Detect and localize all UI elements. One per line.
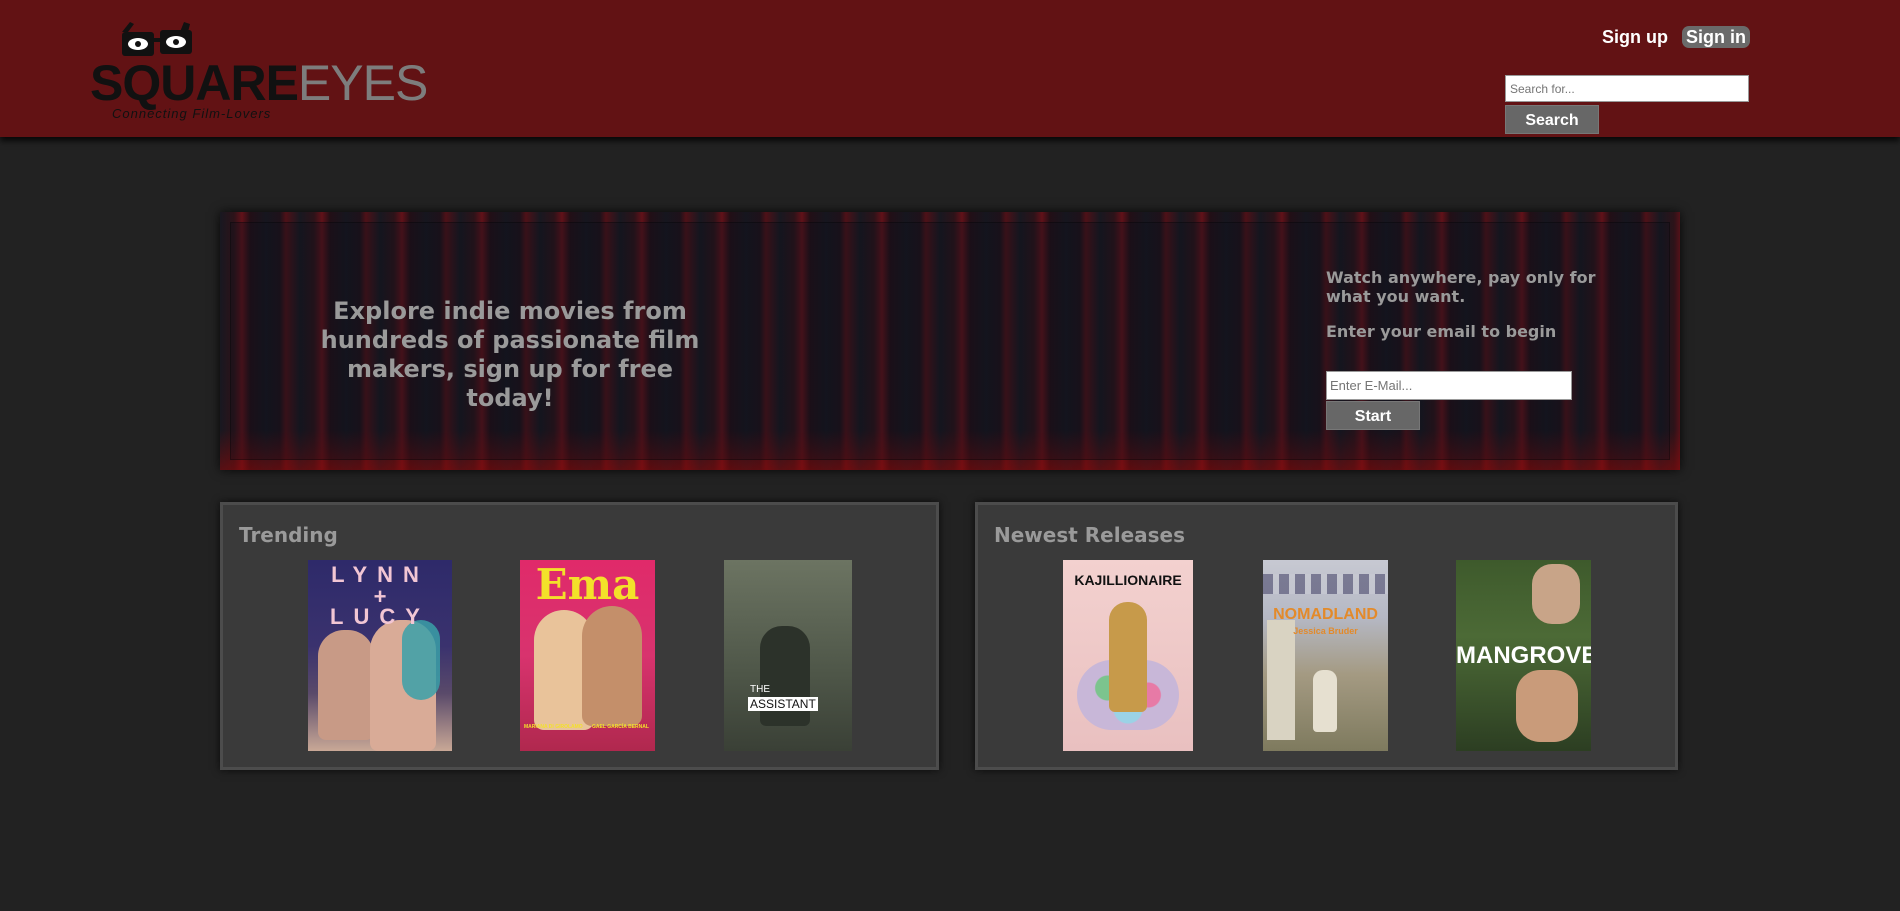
poster-figure xyxy=(582,606,642,726)
poster-author: Jessica Bruder xyxy=(1293,626,1358,636)
poster-title-word: LUCY xyxy=(330,604,430,629)
email-field[interactable]: Enter E-Mail... xyxy=(1326,371,1572,400)
poster-credit: GAEL GARCÍA BERNAL xyxy=(592,724,649,730)
signin-button[interactable]: Sign in xyxy=(1682,26,1750,48)
start-button[interactable]: Start xyxy=(1326,401,1420,430)
poster-title: KAJILLIONAIRE xyxy=(1074,572,1182,588)
poster-lynn-lucy[interactable]: LYNN + LUCY xyxy=(308,560,452,751)
poster-figure xyxy=(1109,602,1147,712)
search-button[interactable]: Search xyxy=(1505,105,1599,134)
poster-kajillionaire[interactable]: KAJILLIONAIRE xyxy=(1063,560,1193,751)
poster-nomadland[interactable]: NOMADLAND Jessica Bruder xyxy=(1263,560,1388,751)
poster-figure xyxy=(1516,670,1578,742)
poster-ema[interactable]: Ema MARIANA DI GIROLAMO GAEL GARCÍA BERN… xyxy=(520,560,655,751)
poster-title: ASSISTANT xyxy=(748,697,818,711)
poster-figure xyxy=(1532,564,1580,624)
trending-title: Trending xyxy=(239,523,338,547)
poster-title: THE xyxy=(750,684,770,695)
poster-the-assistant[interactable]: THE ASSISTANT xyxy=(724,560,852,751)
hero-banner: Explore indie movies from hundreds of pa… xyxy=(220,212,1680,470)
signup-link[interactable]: Sign up xyxy=(1602,27,1668,48)
signup-prompt: Watch anywhere, pay only for what you wa… xyxy=(1326,268,1626,341)
site-header: SQUAREEYES Connecting Film-Lovers Sign u… xyxy=(0,0,1900,137)
poster-title: MANGROVE xyxy=(1456,642,1591,669)
newest-releases-title: Newest Releases xyxy=(994,523,1186,547)
search-input[interactable]: Search for... xyxy=(1505,75,1749,102)
logo-tagline: Connecting Film-Lovers xyxy=(112,106,272,121)
auth-links: Sign up Sign in xyxy=(1602,26,1750,48)
poster-title: NOMADLAND xyxy=(1273,606,1378,623)
poster-van xyxy=(1267,620,1295,740)
signup-line-2: Enter your email to begin xyxy=(1326,322,1557,341)
poster-mangrove[interactable]: MANGROVE xyxy=(1456,560,1591,751)
poster-figure xyxy=(1313,670,1337,732)
logo-wordmark: SQUAREEYES xyxy=(90,55,428,111)
poster-figure xyxy=(318,630,374,740)
poster-figure xyxy=(760,626,810,726)
poster-laundry xyxy=(1263,574,1388,594)
newest-releases-panel: Newest Releases KAJILLIONAIRE NOMADLAND … xyxy=(975,502,1678,770)
hero-headline: Explore indie movies from hundreds of pa… xyxy=(320,297,700,412)
site-logo[interactable]: SQUAREEYES Connecting Film-Lovers xyxy=(90,18,428,126)
poster-hair xyxy=(402,620,440,700)
signup-line-1: Watch anywhere, pay only for what you wa… xyxy=(1326,268,1596,306)
poster-title: Ema xyxy=(535,560,640,609)
trending-panel: Trending LYNN + LUCY Ema MARIANA DI GIRO… xyxy=(220,502,939,770)
poster-credit: MARIANA DI GIROLAMO xyxy=(524,724,583,730)
